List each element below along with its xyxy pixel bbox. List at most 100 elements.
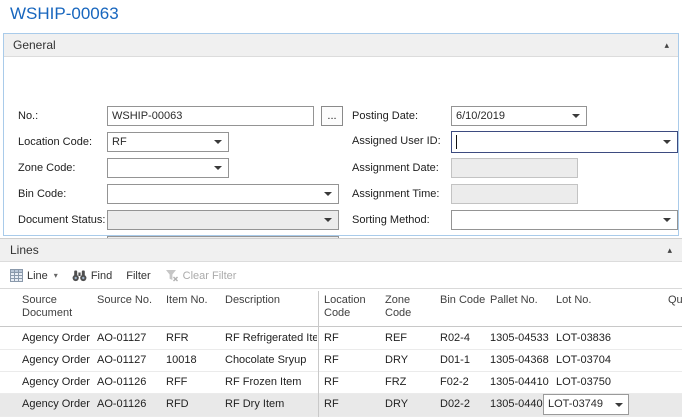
no-value: WSHIP-00063 [112,110,182,122]
lines-grid-header: Source Document Source No. Item No. Desc… [0,291,682,327]
cell-bin-code: D02-2 [440,394,486,415]
lot-no-edit-value: LOT-03749 [548,398,603,410]
assigned-user-id-label: Assigned User ID: [352,131,441,151]
assignment-date-label: Assignment Date: [352,158,439,178]
cell-description: RF Dry Item [225,394,317,415]
table-row[interactable]: Agency Order AO-01126 RFF RF Frozen Item… [0,372,682,394]
filter-button[interactable]: Filter [126,270,150,282]
clear-filter-button[interactable]: Clear Filter [165,269,237,282]
cell-source-document: Agency Order [22,328,95,349]
cell-bin-code: R02-4 [440,328,486,349]
cell-zone-code: DRY [385,394,435,415]
line-grid-icon [10,269,23,282]
dropdown-arrow-icon[interactable] [663,140,671,144]
no-assist-edit-button[interactable]: ... [321,106,343,126]
grid-freeze-pane-divider [318,291,319,417]
dropdown-arrow-icon[interactable] [214,140,222,144]
lot-no-edit-cell[interactable]: LOT-03749 [543,394,629,415]
document-status-field[interactable] [107,210,339,230]
warehouse-shipment-page: WSHIP-00063 General ▴ No.: WSHIP-00063 .… [0,0,682,417]
dropdown-arrow-icon[interactable] [214,166,222,170]
location-code-field[interactable]: RF [107,132,229,152]
cell-bin-code: F02-2 [440,372,486,393]
cell-item-no: RFR [166,328,222,349]
zone-code-field[interactable] [107,158,229,178]
page-title: WSHIP-00063 [10,4,119,24]
lines-fasttab-title: Lines [10,243,39,257]
chevron-down-icon: ▾ [54,271,58,280]
general-fasttab-title: General [13,38,56,52]
posting-date-label: Posting Date: [352,106,418,126]
lines-fasttab-header[interactable]: Lines ▴ [0,238,682,262]
dropdown-arrow-icon[interactable] [324,192,332,196]
no-label: No.: [18,106,38,126]
assigned-user-id-field[interactable] [451,131,678,153]
location-code-value: RF [112,136,127,148]
bin-code-field[interactable] [107,184,339,204]
collapse-icon[interactable]: ▴ [667,246,672,255]
cell-source-no: AO-01127 [97,350,161,371]
general-fasttab: General ▴ No.: WSHIP-00063 ... Location … [3,33,679,236]
filter-label: Filter [126,270,150,282]
general-fasttab-header[interactable]: General ▴ [4,34,678,57]
location-code-label: Location Code: [18,132,92,152]
cell-item-no: RFD [166,394,222,415]
dropdown-arrow-icon[interactable] [324,218,332,222]
cell-source-document: Agency Order [22,394,95,415]
column-header-pallet-no[interactable]: Pallet No. [490,294,552,307]
lines-toolbar: Line ▾ Find Filter [0,263,682,289]
table-row[interactable]: Agency Order AO-01127 RFR RF Refrigerate… [0,328,682,350]
column-header-item-no[interactable]: Item No. [166,294,222,307]
clear-filter-icon [165,269,179,282]
find-button[interactable]: Find [72,269,112,282]
dropdown-arrow-icon[interactable] [615,403,623,407]
table-row[interactable]: Agency Order AO-01127 10018 Chocolate Sr… [0,350,682,372]
cell-location-code: RF [324,350,380,371]
cell-location-code: RF [324,394,380,415]
cell-source-no: AO-01127 [97,328,161,349]
cell-pallet-no: 1305-04533 [490,328,552,349]
posting-date-value: 6/10/2019 [456,110,505,122]
cell-zone-code: REF [385,328,435,349]
zone-code-label: Zone Code: [18,158,75,178]
dropdown-arrow-icon[interactable] [663,218,671,222]
dropdown-arrow-icon[interactable] [572,114,580,118]
cell-item-no: 10018 [166,350,222,371]
column-header-source-document[interactable]: Source Document [22,294,95,320]
cell-lot-no: LOT-03836 [556,328,630,349]
no-field[interactable]: WSHIP-00063 [107,106,314,126]
cell-location-code: RF [324,372,380,393]
assignment-date-field [451,158,578,178]
cell-pallet-no: 1305-04410 [490,372,552,393]
binoculars-icon [72,269,87,282]
sorting-method-label: Sorting Method: [352,210,430,230]
column-header-description[interactable]: Description [225,294,317,307]
cell-lot-no: LOT-03750 [556,372,630,393]
collapse-icon[interactable]: ▴ [664,41,669,50]
cell-source-no: AO-01126 [97,394,161,415]
assignment-time-label: Assignment Time: [352,184,439,204]
find-label: Find [91,270,112,282]
cell-location-code: RF [324,328,380,349]
column-header-zone-code[interactable]: Zone Code [385,294,435,320]
column-header-lot-no[interactable]: Lot No. [556,294,630,307]
column-header-location-code[interactable]: Location Code [324,294,380,320]
posting-date-field[interactable]: 6/10/2019 [451,106,587,126]
cell-description: RF Frozen Item [225,372,317,393]
cell-source-document: Agency Order [22,372,95,393]
cell-item-no: RFF [166,372,222,393]
table-row-selected[interactable]: Agency Order AO-01126 RFD RF Dry Item RF… [0,394,682,417]
cell-lot-no: LOT-03704 [556,350,630,371]
cell-source-document: Agency Order [22,350,95,371]
column-header-quantity[interactable]: Qu [668,294,682,307]
cell-description: Chocolate Sryup [225,350,317,371]
cell-bin-code: D01-1 [440,350,486,371]
sorting-method-field[interactable] [451,210,678,230]
cell-zone-code: DRY [385,350,435,371]
column-header-bin-code[interactable]: Bin Code [440,294,486,307]
cell-source-no: AO-01126 [97,372,161,393]
cell-zone-code: FRZ [385,372,435,393]
document-status-label: Document Status: [18,210,105,230]
line-menu-button[interactable]: Line ▾ [10,269,58,282]
column-header-source-no[interactable]: Source No. [97,294,161,307]
